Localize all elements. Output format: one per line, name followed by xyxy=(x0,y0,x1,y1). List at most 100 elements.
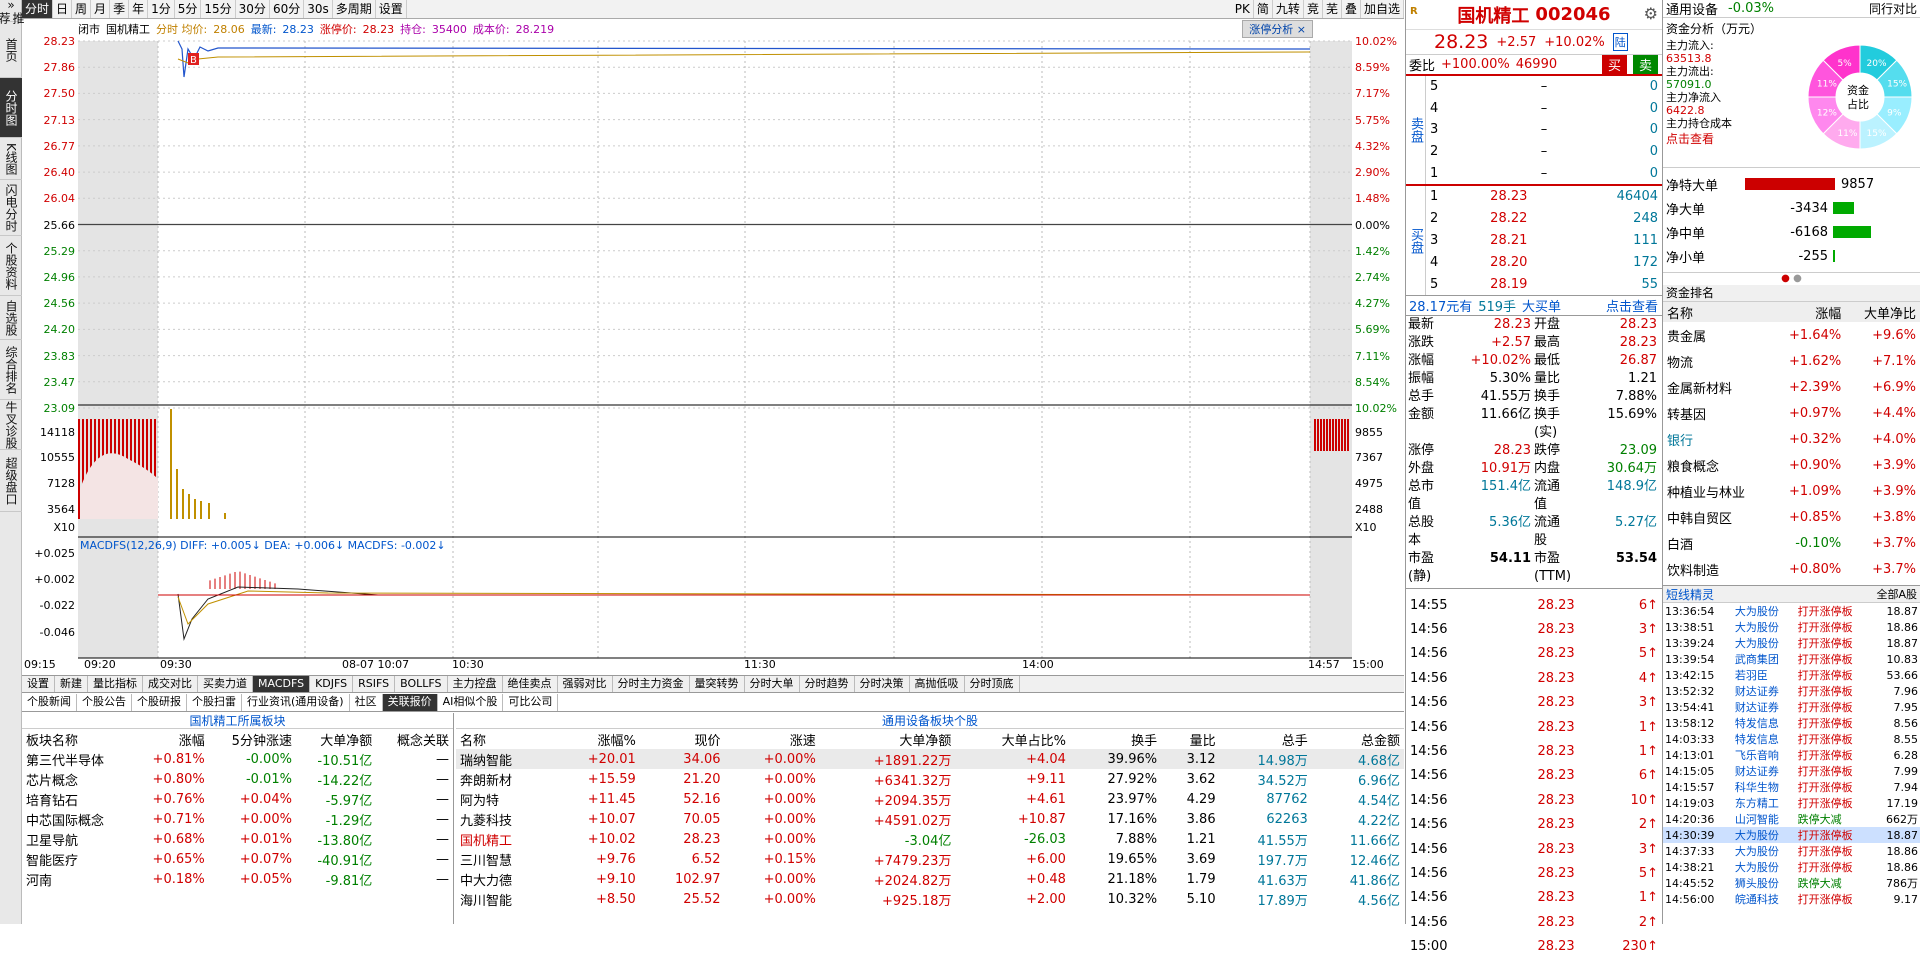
table-row[interactable]: 种植业与林业 +1.09% +3.9% xyxy=(1663,478,1920,504)
period-13[interactable]: 设置 xyxy=(376,0,407,18)
sprite-row[interactable]: 13:39:24 大为股份 打开涨停板 18.87 xyxy=(1663,635,1920,651)
stock-header[interactable]: 总金额 xyxy=(1312,729,1404,749)
news-tab-8[interactable]: 可比公司 xyxy=(503,694,559,711)
indicator-tab-6[interactable]: KDJFS xyxy=(310,676,354,692)
stock-header[interactable]: 大单净额 xyxy=(820,729,956,749)
period-7[interactable]: 5分 xyxy=(175,0,202,18)
nav-item-4[interactable]: 闪电分时 xyxy=(0,180,22,236)
nav-item-8[interactable]: 牛叉诊股 xyxy=(0,400,22,450)
table-row[interactable]: 转基因 +0.97% +4.4% xyxy=(1663,400,1920,426)
board-header[interactable]: 涨幅 xyxy=(132,729,209,749)
sprite-row[interactable]: 13:36:54 大为股份 打开涨停板 18.87 xyxy=(1663,603,1920,619)
order-level[interactable]: 5 – 0 xyxy=(1426,76,1662,98)
sprite-row[interactable]: 13:42:15 若羽臣 打开涨停板 53.66 xyxy=(1663,667,1920,683)
rank-header[interactable]: 大单净比 xyxy=(1845,302,1920,322)
indicator-tab-15[interactable]: 分时趋势 xyxy=(800,676,855,692)
period-12[interactable]: 多周期 xyxy=(333,0,376,18)
toolbar-right-3[interactable]: 竞 xyxy=(1304,0,1323,18)
news-tab-0[interactable]: 个股新闻 xyxy=(22,694,77,711)
board-header[interactable]: 5分钟涨速 xyxy=(209,729,296,749)
table-row[interactable]: 卫星导航 +0.68% +0.01% -13.80亿 — xyxy=(22,829,453,849)
indicator-tab-8[interactable]: BOLLFS xyxy=(395,676,448,692)
sprite-row[interactable]: 13:58:12 特发信息 打开涨停板 8.56 xyxy=(1663,715,1920,731)
rank-header[interactable]: 涨幅 xyxy=(1770,302,1845,322)
board-header[interactable]: 大单净额 xyxy=(296,729,376,749)
gear-icon[interactable]: ⚙ xyxy=(1644,4,1658,23)
order-level[interactable]: 3 – 0 xyxy=(1426,119,1662,141)
order-level[interactable]: 2 28.22 248 xyxy=(1426,208,1662,230)
order-level[interactable]: 3 28.21 111 xyxy=(1426,230,1662,252)
nav-item-3[interactable]: K线图 xyxy=(0,138,22,180)
table-row[interactable]: 瑞纳智能 +20.01 34.06 +0.00% +1891.22万 +4.04 39.96… xyxy=(456,749,1404,769)
table-row[interactable]: 九菱科技 +10.07 70.05 +0.00% +4591.02万 +10.87 17.1… xyxy=(456,809,1404,829)
indicator-tab-12[interactable]: 分时主力资金 xyxy=(613,676,690,692)
toolbar-right-1[interactable]: 简 xyxy=(1254,0,1273,18)
intraday-chart[interactable]: B MACDFS(12,26,9) DIFF: +0.005↓ DEA: +0.0… xyxy=(78,19,1352,659)
bigbuy-link[interactable]: 点击查看 xyxy=(1606,296,1658,315)
sprite-row[interactable]: 13:38:51 大为股份 打开涨停板 18.86 xyxy=(1663,619,1920,635)
indicator-tab-0[interactable]: 设置 xyxy=(22,676,55,692)
indicator-tab-2[interactable]: 量比指标 xyxy=(88,676,143,692)
page-dots[interactable]: ● ● xyxy=(1663,273,1920,285)
toolbar-right-6[interactable]: 加自选 xyxy=(1361,0,1404,18)
sprite-row[interactable]: 14:15:05 财达证券 打开涨停板 7.99 xyxy=(1663,763,1920,779)
news-tab-5[interactable]: 社区 xyxy=(350,694,383,711)
sprite-row[interactable]: 13:54:41 财达证券 打开涨停板 7.95 xyxy=(1663,699,1920,715)
nav-item-5[interactable]: 个股资料 xyxy=(0,236,22,296)
indicator-tab-7[interactable]: RSIFS xyxy=(353,676,396,692)
nav-item-9[interactable]: 超级盘口 xyxy=(0,450,22,512)
order-level[interactable]: 1 – 0 xyxy=(1426,162,1662,184)
sprite-row[interactable]: 14:45:52 狮头股份 跌停大减 786万 xyxy=(1663,875,1920,891)
table-row[interactable]: 智能医疗 +0.65% +0.07% -40.91亿 — xyxy=(22,849,453,869)
nav-item-7[interactable]: 综合排名 xyxy=(0,340,22,400)
rank-header[interactable]: 名称 xyxy=(1663,302,1770,322)
nav-item-2[interactable]: 分时图 xyxy=(0,78,22,138)
table-row[interactable]: 物流 +1.62% +7.1% xyxy=(1663,348,1920,374)
toolbar-right-0[interactable]: PK xyxy=(1232,0,1254,18)
nav-item-0[interactable]: » 推荐 xyxy=(0,0,25,24)
table-row[interactable]: 海川智能 +8.50 25.52 +0.00% +925.18万 +2.00 10.32% 5… xyxy=(456,889,1404,909)
nav-item-6[interactable]: 自选股 xyxy=(0,296,22,340)
stock-header[interactable]: 现价 xyxy=(640,729,725,749)
indicator-tab-18[interactable]: 分时顶底 xyxy=(965,676,1020,692)
sprite-row[interactable]: 14:13:01 飞乐音响 打开涨停板 6.28 xyxy=(1663,747,1920,763)
table-row[interactable]: 金属新材料 +2.39% +6.9% xyxy=(1663,374,1920,400)
period-0[interactable]: 分时 xyxy=(22,0,54,18)
table-row[interactable]: 三川智慧 +9.76 6.52 +0.15% +7479.23万 +6.00 19.65% 3… xyxy=(456,849,1404,869)
news-tab-2[interactable]: 个股研报 xyxy=(132,694,187,711)
order-level[interactable]: 5 28.19 55 xyxy=(1426,273,1662,295)
buy-button[interactable]: 买 xyxy=(1601,55,1627,74)
table-row[interactable]: 中芯国际概念 +0.71% +0.00% -1.29亿 — xyxy=(22,809,453,829)
board-header[interactable]: 概念关联 xyxy=(376,729,453,749)
stock-header[interactable]: 换手 xyxy=(1070,729,1161,749)
table-row[interactable]: 第三代半导体 +0.81% -0.00% -10.51亿 — xyxy=(22,749,453,769)
table-row[interactable]: 中大力德 +9.10 102.97 +0.00% +2024.82万 +0.48 21.18… xyxy=(456,869,1404,889)
sprite-row[interactable]: 14:56:00 皖通科技 打开涨停板 9.17 xyxy=(1663,891,1920,907)
table-row[interactable]: 银行 +0.32% +4.0% xyxy=(1663,426,1920,452)
sprite-row[interactable]: 13:52:32 财达证券 打开涨停板 7.96 xyxy=(1663,683,1920,699)
table-row[interactable]: 芯片概念 +0.80% -0.01% -14.22亿 — xyxy=(22,769,453,789)
toolbar-right-4[interactable]: 芜 xyxy=(1323,0,1342,18)
indicator-tab-13[interactable]: 量突转势 xyxy=(690,676,745,692)
period-4[interactable]: 季 xyxy=(110,0,130,18)
period-8[interactable]: 15分 xyxy=(201,0,236,18)
table-row[interactable]: 贵金属 +1.64% +9.6% xyxy=(1663,322,1920,348)
news-tab-7[interactable]: AI相似个股 xyxy=(438,694,504,711)
toolbar-right-2[interactable]: 九转 xyxy=(1273,0,1304,18)
stock-header[interactable]: 总手 xyxy=(1220,729,1312,749)
sprite-row[interactable]: 14:30:39 大为股份 打开涨停板 18.87 xyxy=(1663,827,1920,843)
table-row[interactable]: 培育钻石 +0.76% +0.04% -5.97亿 — xyxy=(22,789,453,809)
news-tab-6[interactable]: 关联报价 xyxy=(382,694,438,711)
sprite-row[interactable]: 14:37:33 大为股份 打开涨停板 18.86 xyxy=(1663,843,1920,859)
table-row[interactable]: 中韩自贸区 +0.85% +3.8% xyxy=(1663,504,1920,530)
sell-button[interactable]: 卖 xyxy=(1632,55,1658,74)
indicator-tab-14[interactable]: 分时大单 xyxy=(745,676,800,692)
toolbar-right-5[interactable]: 叠 xyxy=(1342,0,1361,18)
sprite-row[interactable]: 13:39:54 武商集团 打开涨停板 10.83 xyxy=(1663,651,1920,667)
sprite-row[interactable]: 14:03:33 特发信息 打开涨停板 8.55 xyxy=(1663,731,1920,747)
period-5[interactable]: 年 xyxy=(129,0,149,18)
order-level[interactable]: 1 28.23 46404 xyxy=(1426,186,1662,208)
indicator-tab-9[interactable]: 主力控盘 xyxy=(448,676,503,692)
order-level[interactable]: 2 – 0 xyxy=(1426,141,1662,163)
indicator-tab-5[interactable]: MACDFS xyxy=(253,676,311,692)
